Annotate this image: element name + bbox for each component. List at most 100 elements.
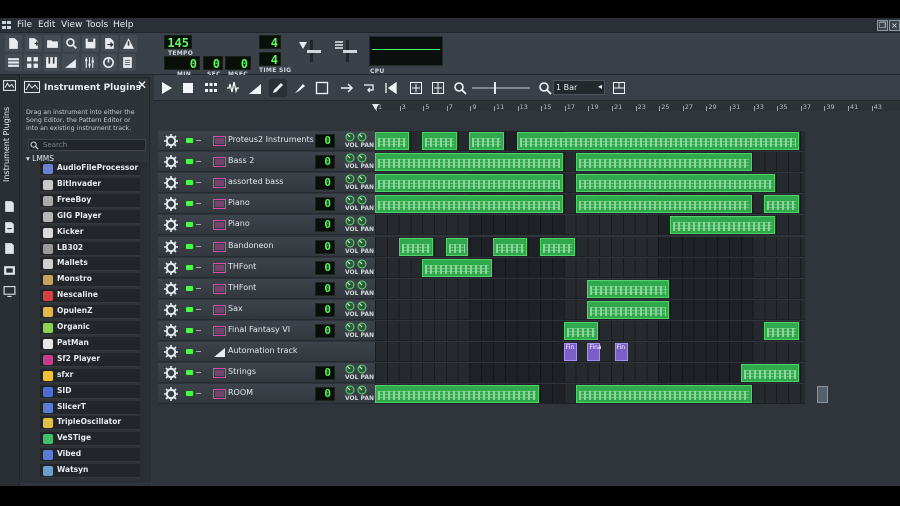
track-header[interactable]: Bandoneon 0 VOL PAN bbox=[158, 236, 375, 257]
track-settings-gear-icon[interactable] bbox=[164, 197, 178, 212]
track-channel-display[interactable]: 0 bbox=[315, 387, 335, 402]
mute-led[interactable] bbox=[186, 201, 193, 207]
track-header[interactable]: THFont 0 VOL PAN bbox=[158, 257, 375, 278]
piano-roll-toggle[interactable] bbox=[43, 54, 60, 71]
export-tracks-button[interactable] bbox=[120, 35, 137, 52]
play-button[interactable] bbox=[157, 79, 175, 97]
mute-led[interactable] bbox=[186, 285, 193, 291]
volume-knob[interactable] bbox=[345, 216, 355, 226]
plugin-item[interactable]: Kicker bbox=[40, 225, 147, 240]
time-sig-numerator[interactable]: 4 bbox=[259, 35, 281, 50]
pattern-clip[interactable] bbox=[375, 195, 563, 214]
track-lane[interactable] bbox=[375, 152, 805, 173]
knife-mode-button[interactable] bbox=[291, 79, 309, 97]
plugin-item[interactable]: PatMan bbox=[40, 336, 147, 351]
volume-knob[interactable] bbox=[345, 153, 355, 163]
master-volume-slider[interactable] bbox=[297, 39, 327, 63]
plugin-item[interactable]: OpulenZ bbox=[40, 305, 147, 320]
plugin-item[interactable]: SID bbox=[40, 384, 147, 399]
volume-knob[interactable] bbox=[345, 238, 355, 248]
solo-toggle[interactable] bbox=[196, 351, 201, 352]
track-header[interactable]: Proteus2 Instruments 0 VOL PAN bbox=[158, 131, 375, 151]
save-project-button[interactable] bbox=[82, 35, 99, 52]
track-channel-display[interactable]: 0 bbox=[315, 302, 335, 317]
volume-knob[interactable] bbox=[345, 364, 355, 374]
solo-toggle[interactable] bbox=[196, 266, 201, 268]
track-header[interactable]: Strings 0 VOL PAN bbox=[158, 363, 375, 384]
track-header[interactable]: Automation track bbox=[158, 342, 375, 362]
solo-toggle[interactable] bbox=[196, 161, 201, 163]
pan-knob[interactable] bbox=[357, 259, 367, 269]
pattern-clip[interactable] bbox=[516, 132, 799, 150]
plugin-item[interactable]: Vibed bbox=[40, 448, 147, 463]
plugin-item[interactable]: sfxr bbox=[40, 368, 147, 383]
select-mode-button[interactable] bbox=[313, 79, 331, 97]
track-settings-gear-icon[interactable] bbox=[164, 345, 178, 359]
pan-knob[interactable] bbox=[357, 364, 367, 374]
solo-toggle[interactable] bbox=[196, 245, 201, 247]
track-name[interactable]: Automation track bbox=[228, 346, 298, 355]
track-channel-display[interactable]: 0 bbox=[315, 197, 335, 212]
loop-points-button[interactable] bbox=[360, 79, 378, 97]
snap-size-dropdown[interactable]: 1 Bar ◂ bbox=[553, 80, 605, 95]
pan-knob[interactable] bbox=[357, 216, 367, 226]
track-name[interactable]: Sax bbox=[228, 304, 243, 313]
track-name[interactable]: ROOM bbox=[228, 388, 253, 397]
track-channel-display[interactable]: 0 bbox=[315, 155, 335, 170]
track-lane[interactable]: Fin Fina Fin bbox=[375, 342, 805, 362]
my-samples-tab-icon[interactable] bbox=[3, 222, 16, 233]
pan-knob[interactable] bbox=[357, 301, 367, 311]
track-channel-display[interactable]: 0 bbox=[315, 239, 335, 254]
track-header[interactable]: Final Fantasy VI 0 VOL PAN bbox=[158, 320, 375, 341]
recent-projects-button[interactable] bbox=[63, 35, 80, 52]
volume-knob[interactable] bbox=[345, 195, 355, 205]
pattern-clip[interactable] bbox=[540, 237, 575, 256]
solo-toggle[interactable] bbox=[196, 287, 201, 289]
volume-knob[interactable] bbox=[345, 132, 355, 142]
track-header[interactable]: Sax 0 VOL PAN bbox=[158, 299, 375, 320]
track-lane[interactable] bbox=[375, 384, 805, 405]
track-channel-display[interactable]: 0 bbox=[315, 134, 335, 148]
export-button[interactable] bbox=[101, 35, 118, 52]
mute-led[interactable] bbox=[186, 138, 193, 143]
solo-toggle[interactable] bbox=[196, 224, 201, 226]
pan-knob[interactable] bbox=[357, 195, 367, 205]
pattern-clip[interactable] bbox=[445, 237, 469, 256]
pan-knob[interactable] bbox=[357, 238, 367, 248]
draw-mode-button[interactable] bbox=[269, 79, 287, 97]
plugin-item[interactable]: Watsyn bbox=[40, 464, 147, 479]
plugin-item[interactable]: Nescaline bbox=[40, 289, 147, 304]
pattern-clip[interactable] bbox=[575, 174, 776, 193]
track-settings-gear-icon[interactable] bbox=[164, 176, 178, 191]
plugin-item[interactable]: Sf2 Player bbox=[40, 352, 147, 367]
track-header[interactable]: assorted bass 0 VOL PAN bbox=[158, 173, 375, 194]
track-settings-gear-icon[interactable] bbox=[164, 281, 178, 296]
pattern-clip[interactable] bbox=[422, 132, 457, 150]
timeline-ruler[interactable]: 1 3 5 7 9 11 13 15 17 19 21 23 25 27 29 31 33 35 37 39 41 43 bbox=[375, 103, 900, 111]
pattern-clip[interactable] bbox=[587, 279, 669, 298]
song-editor-toggle[interactable] bbox=[5, 54, 22, 71]
track-lane[interactable] bbox=[375, 299, 805, 320]
mute-led[interactable] bbox=[186, 264, 193, 270]
track-name[interactable]: Bandoneon bbox=[228, 241, 273, 250]
pan-knob[interactable] bbox=[357, 153, 367, 163]
volume-knob[interactable] bbox=[345, 280, 355, 290]
track-lane[interactable] bbox=[375, 173, 805, 194]
computer-tab-icon[interactable] bbox=[3, 286, 16, 297]
instrument-plugins-tab-icon[interactable] bbox=[3, 80, 16, 91]
pan-knob[interactable] bbox=[357, 385, 367, 395]
automation-clip[interactable]: Fin bbox=[563, 343, 577, 361]
open-project-button[interactable] bbox=[44, 35, 61, 52]
project-notes-toggle[interactable] bbox=[119, 54, 136, 71]
pattern-clip[interactable] bbox=[375, 153, 563, 172]
plugin-item[interactable]: FreeBoy bbox=[40, 193, 147, 208]
plugin-item[interactable]: LB302 bbox=[40, 241, 147, 256]
volume-knob[interactable] bbox=[345, 259, 355, 269]
add-track-handle[interactable] bbox=[817, 386, 828, 403]
pattern-clip[interactable] bbox=[575, 195, 752, 214]
proportional-snap-button[interactable] bbox=[610, 79, 628, 97]
plugin-item[interactable]: BitInvader bbox=[40, 177, 147, 192]
automation-clip[interactable]: Fin bbox=[614, 343, 628, 361]
track-name[interactable]: Piano bbox=[228, 198, 250, 207]
plugin-search-input[interactable]: Search bbox=[28, 139, 146, 151]
